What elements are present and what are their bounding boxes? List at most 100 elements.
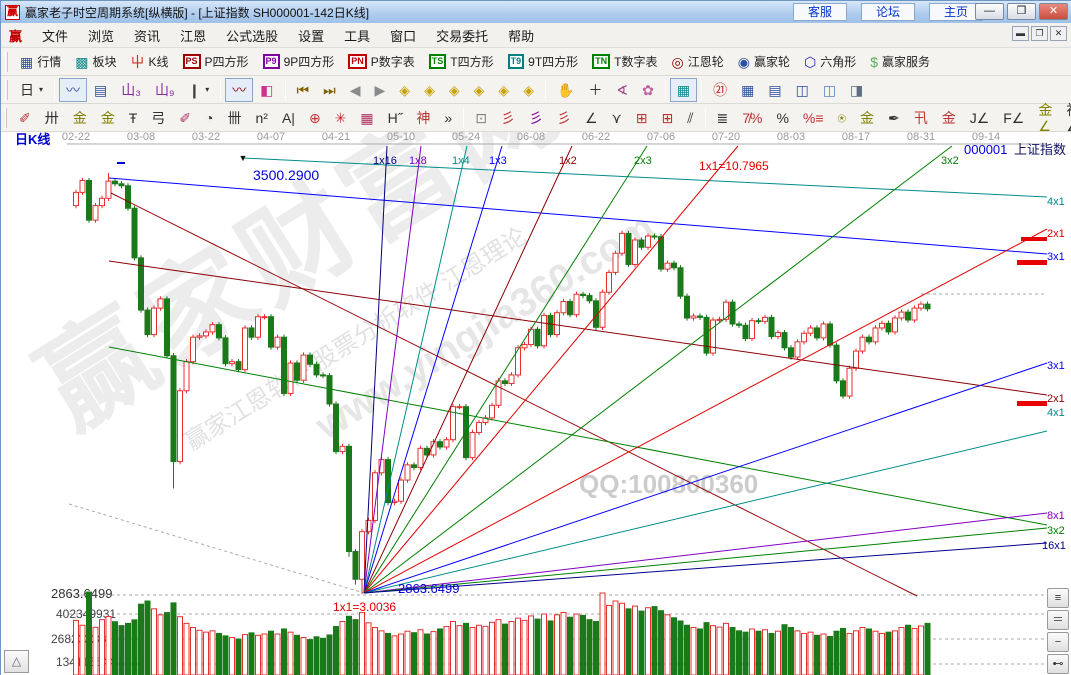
tick-marks-button[interactable]: 卅 [38, 106, 66, 130]
fan-red-button[interactable]: 彡 [494, 106, 522, 130]
gold-grid-2-button[interactable]: 金 [94, 106, 122, 130]
diamond-2-button[interactable]: ◈ [417, 78, 442, 102]
star-target-button[interactable]: ✳ [328, 106, 354, 130]
notes-button[interactable]: ▤ [761, 78, 788, 102]
scale-button-2[interactable]: ＝ [1047, 610, 1069, 630]
mdi-minimize-button[interactable]: ▬ [1012, 26, 1029, 41]
kline-chart[interactable]: 赢家财富网赢家江恩软件 股票分析软件 江恩理论www.yingjia360.co… [1, 132, 1071, 675]
titlebar-link-客服[interactable]: 客服 [793, 3, 847, 21]
more-button[interactable]: » [437, 106, 459, 130]
p-number-table-button[interactable]: PNP数字表 [341, 50, 422, 74]
9t-square-button[interactable]: T99T四方形 [501, 50, 586, 74]
diamond-4-button[interactable]: ◈ [467, 78, 492, 102]
triangle-button[interactable]: △ [4, 650, 29, 673]
calculator-button[interactable]: ▦ [734, 78, 761, 102]
gold-angle-button[interactable]: 金∠ [1031, 106, 1059, 130]
sectors-button[interactable]: ▩板块 [68, 50, 123, 74]
pencil-button[interactable]: ✐ [12, 106, 38, 130]
scale-button-3[interactable]: ≡ [1047, 588, 1069, 608]
f-angle-button[interactable]: F∠ [996, 106, 1031, 130]
menu-item-帮助[interactable]: 帮助 [498, 26, 544, 47]
bars-3-button[interactable]: 山₃ [114, 78, 148, 102]
percent-lines-button[interactable]: %≡ [796, 106, 831, 130]
hand-button[interactable]: ✋ [550, 78, 581, 102]
t-square-button[interactable]: TST四方形 [422, 50, 501, 74]
kline-button[interactable]: ⼬K线 [124, 50, 176, 74]
f-tool-button[interactable]: Ŧ [122, 106, 145, 130]
target-red-button[interactable]: ⊕ [302, 106, 328, 130]
report-button[interactable]: ▤ [87, 78, 114, 102]
export-button[interactable]: ◨ [843, 78, 870, 102]
zigzag-button[interactable]: ⋎ [605, 106, 629, 130]
first-page-button[interactable]: ⏮ [290, 78, 317, 102]
maximize-button[interactable]: ❐ [1007, 3, 1036, 20]
menu-item-交易委托[interactable]: 交易委托 [426, 26, 498, 47]
9p-square-button[interactable]: P99P四方形 [256, 50, 342, 74]
menu-item-浏览[interactable]: 浏览 [78, 26, 124, 47]
diamond-6-button[interactable]: ◈ [516, 78, 541, 102]
menu-item-江恩[interactable]: 江恩 [170, 26, 216, 47]
percent-button[interactable]: % [769, 106, 795, 130]
diamond-3-button[interactable]: ◈ [442, 78, 467, 102]
candle-style-dropdown-icon[interactable]: ▾ [205, 85, 209, 94]
angle-lines-button[interactable]: ∠ [578, 106, 605, 130]
minimize-button[interactable]: — [975, 3, 1004, 20]
fan-box-red-button[interactable]: 彡 [550, 106, 578, 130]
candle-style-button[interactable]: ❙▾ [182, 78, 217, 102]
period-day-dropdown-icon[interactable]: ▾ [39, 85, 43, 94]
shen-angle-button[interactable]: 神∠ [1059, 106, 1071, 130]
pattern-button[interactable]: ▦ [670, 78, 697, 102]
h-tool-button[interactable]: Н˝ [381, 106, 410, 130]
scale-button-1[interactable]: − [1047, 632, 1069, 652]
mdi-restore-button[interactable]: ❐ [1031, 26, 1048, 41]
titlebar-link-论坛[interactable]: 论坛 [861, 3, 915, 21]
grid-red-1-button[interactable]: ⊞ [629, 106, 655, 130]
menu-item-文件[interactable]: 文件 [32, 26, 78, 47]
j-angle-button[interactable]: J∠ [963, 106, 997, 130]
save-web-button[interactable]: ◫ [816, 78, 843, 102]
t-number-table-button[interactable]: TNT数字表 [585, 50, 664, 74]
quotes-button[interactable]: ▦行情 [13, 50, 68, 74]
p-square-button[interactable]: PSP四方形 [176, 50, 256, 74]
box-tool-button[interactable]: ⊡ [468, 106, 494, 130]
winner-wheel-button[interactable]: ◉赢家轮 [731, 50, 797, 74]
calendar-button[interactable]: ㉑ [706, 78, 734, 102]
parallel-lines-button[interactable]: ⫽ [680, 106, 700, 130]
crosshair-button[interactable]: ＋ [581, 78, 609, 102]
n-square-button[interactable]: n² [249, 106, 275, 130]
close-button[interactable]: ✕ [1039, 3, 1068, 20]
wave-button[interactable]: 〰 [225, 78, 253, 102]
gold-red-button[interactable]: 金 [935, 106, 963, 130]
gold-grid-1-button[interactable]: 金 [66, 106, 94, 130]
bars-9-button[interactable]: 山₉ [148, 78, 182, 102]
fan-box-purple-button[interactable]: 彡 [522, 106, 550, 130]
trend-chart-button[interactable]: 〰 [59, 78, 87, 102]
period-day-button[interactable]: 日▾ [13, 78, 50, 102]
diamond-5-button[interactable]: ◈ [491, 78, 516, 102]
mdi-close-button[interactable]: ✕ [1050, 26, 1067, 41]
prev-button[interactable]: ◀ [343, 78, 368, 102]
hexagon-button[interactable]: ⬡六角形 [797, 50, 863, 74]
last-page-button[interactable]: ⏭ [316, 78, 343, 102]
gold-lines-button[interactable]: 金 [853, 106, 881, 130]
menu-item-设置[interactable]: 设置 [288, 26, 334, 47]
slider-button[interactable]: ⊷ [1047, 654, 1069, 674]
chart-area[interactable]: 赢家财富网赢家江恩软件 股票分析软件 江恩理论www.yingjia360.co… [1, 132, 1071, 675]
rocket-pen-button[interactable]: ✐ [172, 106, 198, 130]
text-tool-button[interactable]: A| [275, 106, 302, 130]
next-button[interactable]: ▶ [368, 78, 393, 102]
save-button[interactable]: ◫ [789, 78, 816, 102]
levels-button[interactable]: ≣ [710, 106, 736, 130]
wave-a-button[interactable]: 卂 [907, 106, 935, 130]
grid-target-button[interactable]: ▦ [353, 106, 380, 130]
histogram-button[interactable]: ◧ [253, 78, 280, 102]
menu-item-资讯[interactable]: 资讯 [124, 26, 170, 47]
diamond-1-button[interactable]: ◈ [392, 78, 417, 102]
grid-marks-button[interactable]: 卌 [221, 106, 249, 130]
pen-flag-button[interactable]: ✒ [881, 106, 907, 130]
percent-red-button[interactable]: 7̸% [735, 106, 769, 130]
menu-item-窗口[interactable]: 窗口 [380, 26, 426, 47]
menu-item-公式选股[interactable]: 公式选股 [216, 26, 288, 47]
clock-cycle-button[interactable]: ◔ [198, 106, 220, 130]
grid-red-2-button[interactable]: ⊞ [655, 106, 681, 130]
